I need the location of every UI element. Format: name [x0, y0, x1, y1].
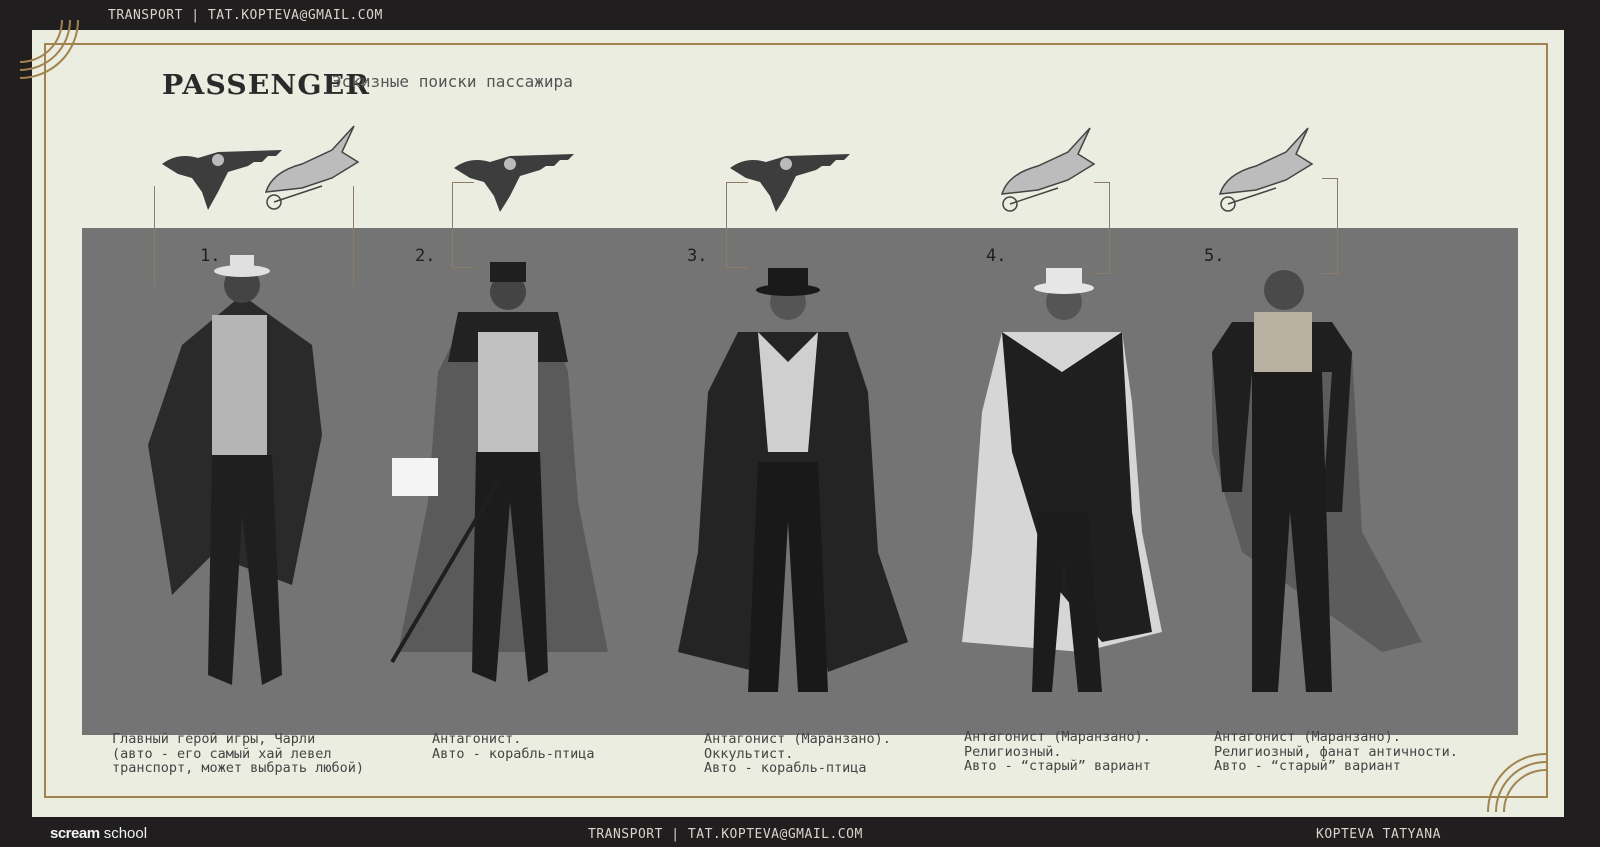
caption-1: Главный герой игры, Чарли (авто - его са… — [112, 731, 364, 776]
bottom-bar: scream school TRANSPORT | TAT.KOPTEVA@GM… — [0, 817, 1600, 847]
corner-ornament-top-left-icon — [19, 19, 79, 79]
brand-bold: scream — [50, 825, 100, 842]
old-ship-icon — [1000, 127, 1096, 212]
caption-3: Антагонист (Маранзано). Оккультист. Авто… — [704, 731, 891, 776]
footer-center-label: TRANSPORT | TAT.KOPTEVA@GMAIL.COM — [588, 827, 863, 842]
top-bar: TRANSPORT | TAT.KOPTEVA@GMAIL.COM — [0, 0, 1600, 30]
old-ship-icon — [1218, 127, 1314, 212]
cane-detail-thumbnail — [392, 458, 438, 496]
sheet: PASSENGER Эскизные поиски пассажира 1. 2… — [19, 19, 1564, 817]
character-figure-1 — [148, 255, 322, 685]
caption-4: Антагонист (Маранзано). Религиозный. Авт… — [964, 729, 1151, 774]
page-subtitle: Эскизные поиски пассажира — [332, 72, 573, 91]
brand-light: school — [99, 825, 148, 842]
character-figure-3 — [678, 268, 908, 692]
corner-ornament-bottom-right-icon — [1487, 753, 1547, 813]
header-label: TRANSPORT | TAT.KOPTEVA@GMAIL.COM — [108, 8, 383, 23]
character-figure-5 — [1212, 270, 1422, 692]
footer-author: KOPTEVA TATYANA — [1316, 827, 1441, 842]
character-figure-4 — [962, 268, 1162, 692]
caption-2: Антагонист. Авто - корабль-птица — [432, 731, 595, 762]
caption-5: Антагонист (Маранзано). Религиозный, фан… — [1214, 729, 1458, 774]
brand-logo: scream school — [50, 825, 147, 842]
